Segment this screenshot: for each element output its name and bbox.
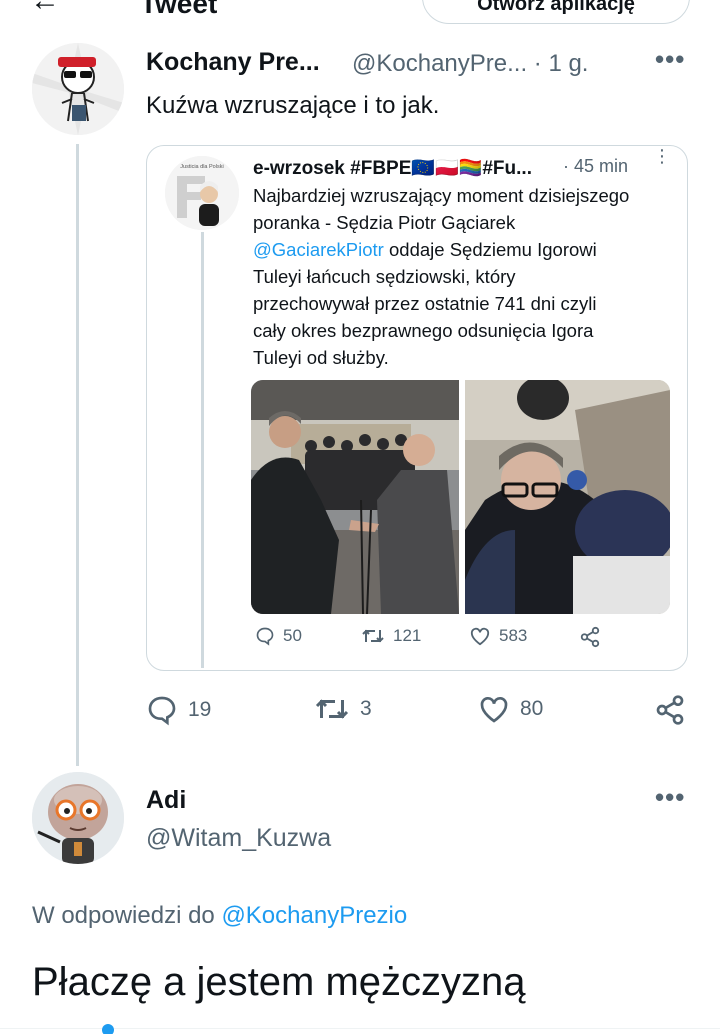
share-icon: [580, 626, 600, 648]
retweet-count: 3: [360, 697, 372, 720]
quoted-menu-icon[interactable]: ⋮: [653, 147, 671, 165]
back-arrow-icon[interactable]: ←: [30, 0, 60, 16]
share-action[interactable]: [654, 694, 686, 726]
retweet-action[interactable]: 3: [314, 694, 372, 724]
top-bar: ← Tweet Otwórz aplikację: [0, 0, 720, 24]
quoted-retweet-count: 121: [393, 626, 422, 645]
photo-chain-handover[interactable]: [251, 380, 459, 614]
quoted-text-line: przechowywał przez ostatnie 741 dni czyl…: [253, 293, 597, 314]
quoted-like-action[interactable]: 583: [469, 626, 527, 646]
quoted-text-line: cały okres bezprawnego odsunięcia Igora: [253, 320, 594, 341]
reply-author-handle[interactable]: @Witam_Kuzwa: [146, 824, 331, 853]
reply-count: 19: [188, 698, 212, 721]
heart-icon: [480, 697, 508, 723]
retweet-icon: [362, 629, 384, 643]
thread-connector-line: [76, 144, 79, 766]
quoted-text-line: Tuleyi łańcuch sędziowski, który: [253, 266, 516, 287]
reply-author-name[interactable]: Adi: [146, 786, 186, 815]
quoted-tweet-text: Najbardziej wzruszający moment dzisiejsz…: [253, 182, 673, 371]
avatar-caption: Justicia dla Polski: [180, 164, 223, 170]
quoted-text-line-with-mention: @GaciarekPiotr oddaje Sędziemu Igorowi: [253, 236, 673, 263]
mention-link[interactable]: @GaciarekPiotr: [253, 239, 384, 260]
quoted-tweet-card[interactable]: Justicia dla Polski e-wrzosek #FBPE🇪🇺🇵🇱🏳…: [146, 145, 688, 671]
open-app-button[interactable]: Otwórz aplikację: [422, 0, 690, 24]
quoted-reply-action[interactable]: 50: [255, 626, 302, 646]
author-avatar[interactable]: [32, 43, 124, 135]
quoted-text-segment: oddaje Sędziemu Igorowi: [383, 239, 597, 260]
tweet-text: Kuźwa wzruszające i to jak.: [146, 92, 440, 119]
quote-thread-line: [201, 232, 204, 668]
quoted-reply-count: 50: [283, 626, 302, 645]
reply-text: Płaczę a jestem mężczyzną: [32, 960, 526, 1004]
more-options-icon[interactable]: •••: [655, 44, 685, 75]
tweet-actions-bar: 19 3 80: [146, 694, 690, 734]
quoted-time: · 45 min: [563, 156, 629, 176]
quoted-share-action[interactable]: [579, 626, 601, 648]
heart-icon: [470, 627, 490, 646]
page-title: Tweet: [140, 0, 218, 19]
more-options-icon[interactable]: •••: [655, 782, 685, 813]
quoted-text-line: Najbardziej wzruszający moment dzisiejsz…: [253, 185, 630, 206]
author-name[interactable]: Kochany Pre...: [146, 48, 320, 77]
reply-icon: [148, 696, 176, 726]
like-count: 80: [520, 697, 544, 720]
unread-indicator-dot: [102, 1024, 114, 1034]
quoted-author-avatar[interactable]: Justicia dla Polski: [165, 156, 239, 230]
retweet-icon: [315, 699, 349, 719]
author-handle-and-time[interactable]: @KochanyPre... · 1 g.: [352, 50, 588, 78]
replying-to-line: W odpowiedzi do @KochanyPrezio: [32, 902, 407, 930]
reply-icon: [256, 627, 274, 646]
photo-judge-closeup[interactable]: [465, 380, 670, 614]
like-action[interactable]: 80: [478, 694, 543, 724]
replying-to-prefix: W odpowiedzi do: [32, 902, 222, 929]
quoted-text-line: Tuleyi od służby.: [253, 347, 389, 368]
quoted-retweet-action[interactable]: 121: [361, 626, 421, 646]
reply-action[interactable]: 19: [146, 694, 211, 726]
quoted-author-name[interactable]: e-wrzosek #FBPE🇪🇺🇵🇱🏳️‍🌈#Fu...: [253, 156, 532, 180]
quoted-like-count: 583: [499, 626, 528, 645]
share-icon: [656, 695, 684, 725]
quoted-text-line: poranka - Sędzia Piotr Gąciarek: [253, 212, 516, 233]
quoted-actions-bar: 50 121 583: [253, 626, 673, 658]
reply-author-avatar[interactable]: [32, 772, 124, 864]
replying-to-mention[interactable]: @KochanyPrezio: [221, 902, 407, 929]
